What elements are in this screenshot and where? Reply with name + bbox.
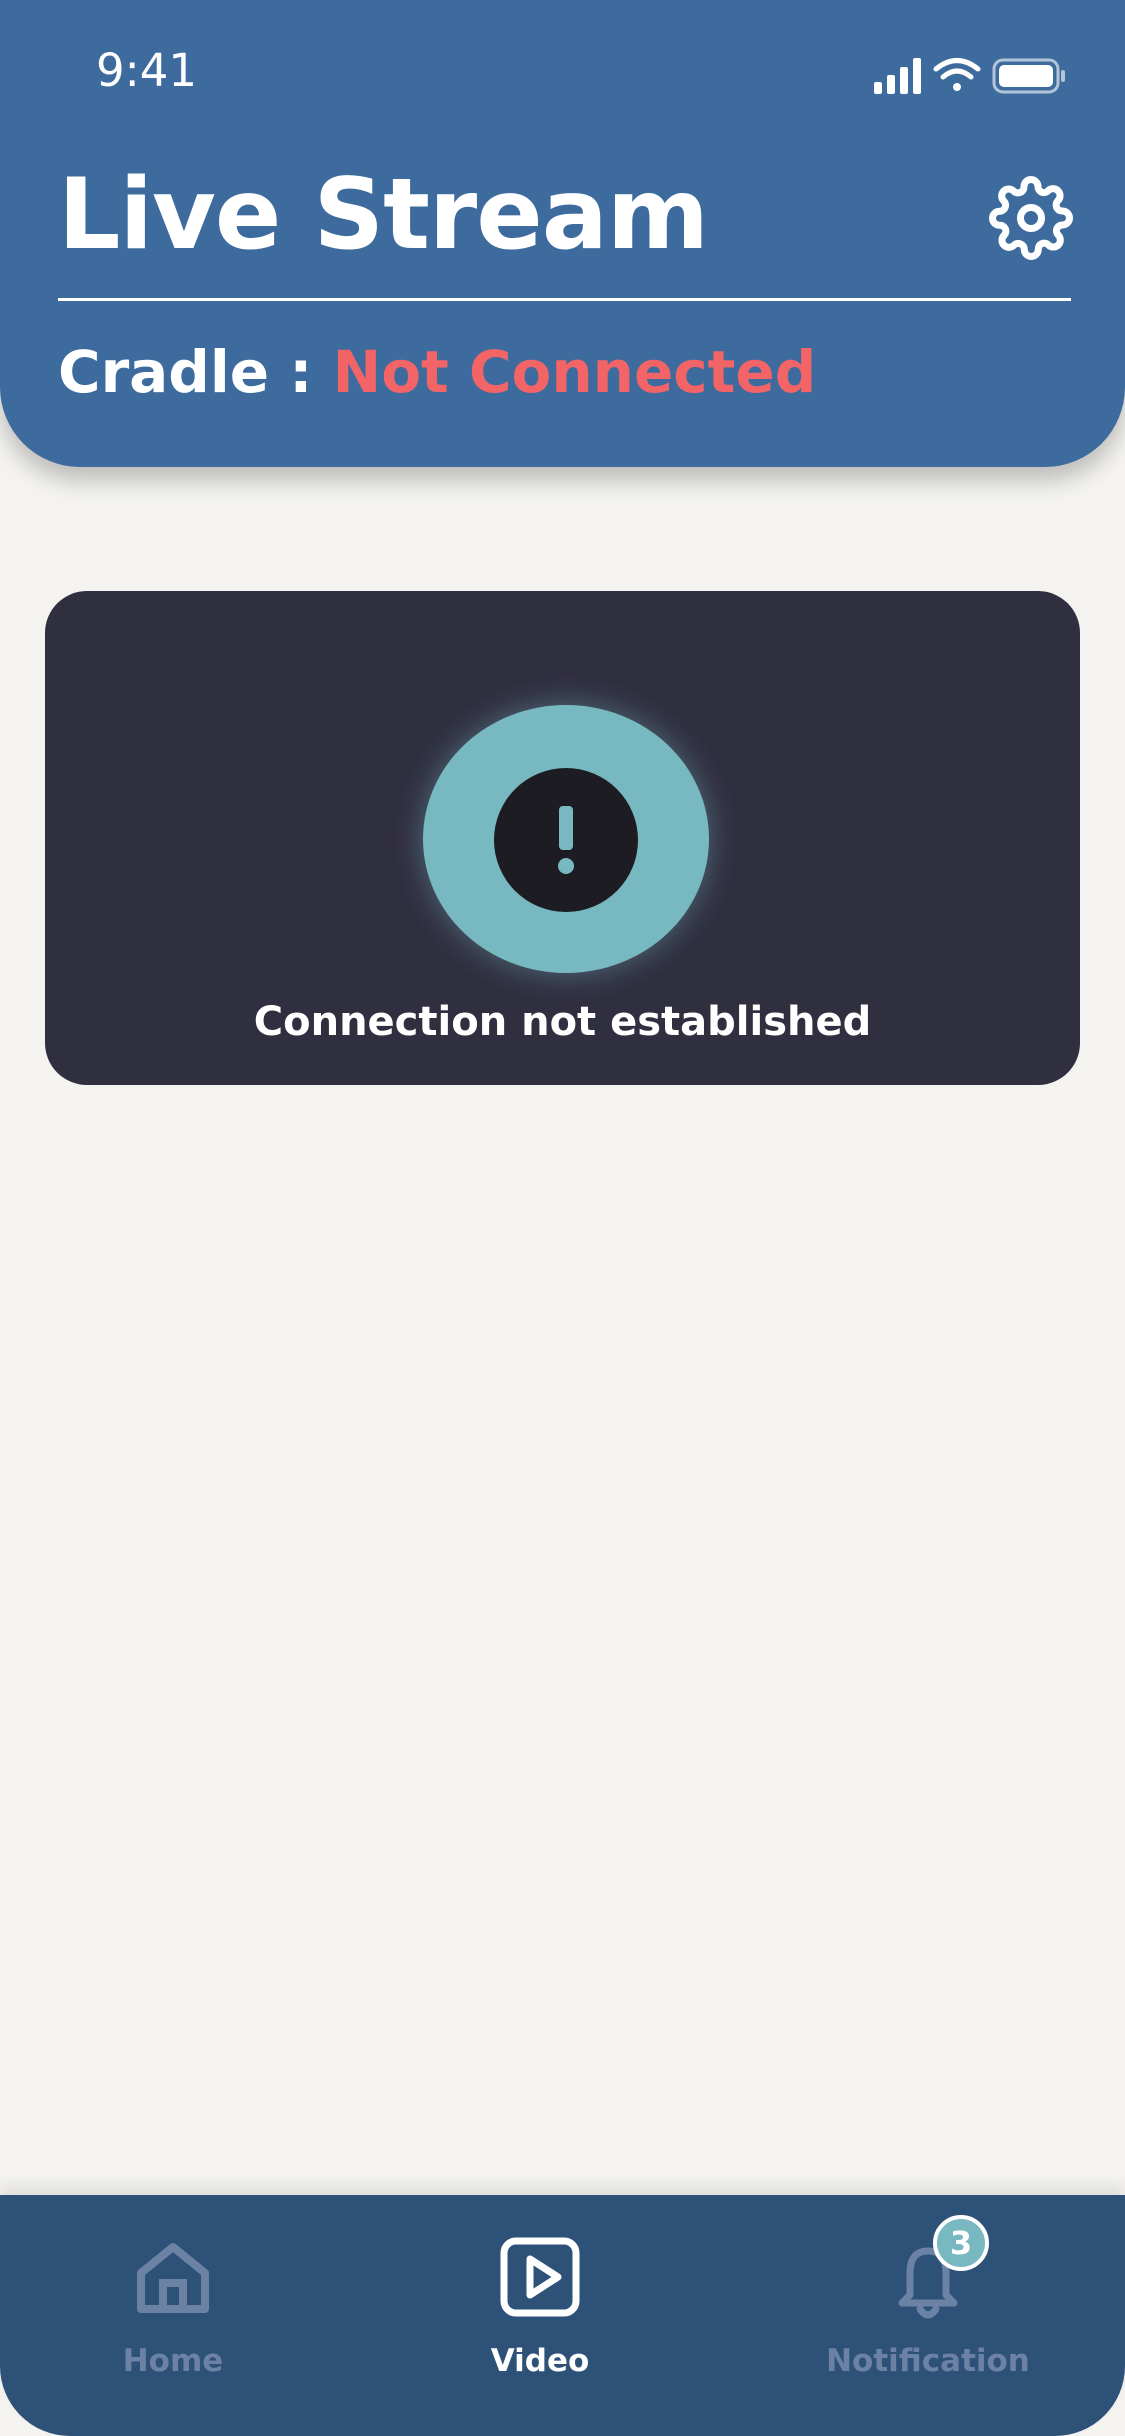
tab-video-label: Video [490, 2343, 590, 2379]
cradle-label: Cradle [58, 338, 270, 406]
cradle-status-row: Cradle : Not Connected [58, 338, 816, 406]
tab-bar: Home Video 3 Notification [0, 2195, 1125, 2436]
gear-icon[interactable] [989, 176, 1073, 260]
notification-badge: 3 [933, 2215, 989, 2271]
home-icon [137, 2243, 209, 2313]
alert-icon-ring [423, 705, 709, 973]
status-icons [874, 58, 1065, 94]
tab-notification-label: Notification [826, 2343, 1030, 2379]
tab-home[interactable]: Home [73, 2195, 273, 2436]
page-title: Live Stream [58, 158, 709, 272]
wifi-icon [933, 58, 981, 91]
alert-icon [494, 768, 638, 912]
cradle-separator: : [289, 338, 313, 406]
video-player[interactable]: Connection not established [45, 591, 1080, 1085]
signal-icon [874, 58, 921, 94]
tab-home-label: Home [122, 2343, 224, 2379]
connection-message: Connection not established [253, 999, 872, 1045]
connection-status: Not Connected [332, 338, 817, 406]
status-time: 9:41 [96, 44, 198, 97]
tab-notification[interactable]: 3 Notification [808, 2195, 1048, 2436]
play-icon [500, 2237, 580, 2317]
battery-icon [992, 58, 1065, 94]
header: 9:41 Live Stream Cradle : Not Connected [0, 0, 1125, 467]
header-divider [58, 298, 1071, 301]
tab-video[interactable]: Video [440, 2195, 640, 2436]
